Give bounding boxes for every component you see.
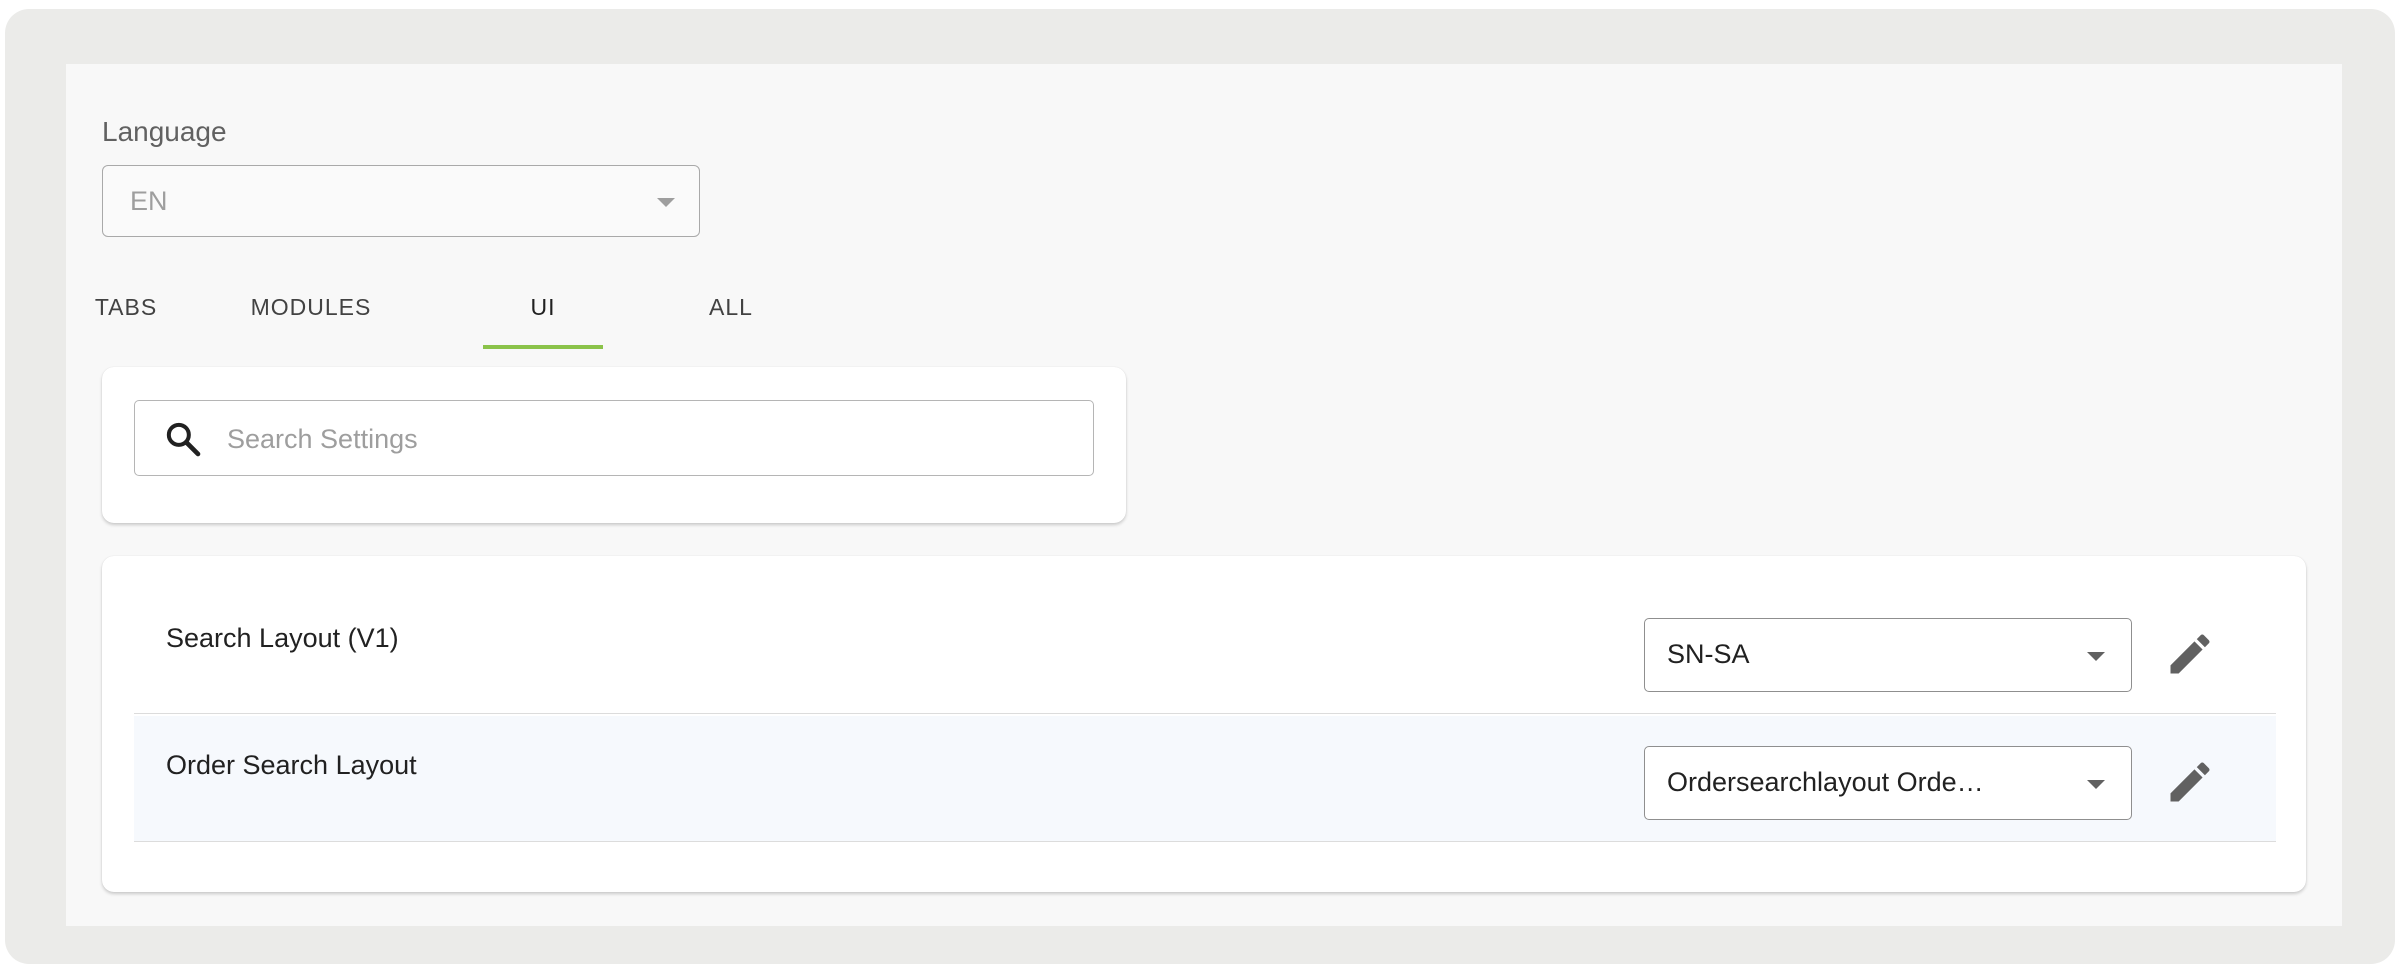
app-frame: Language EN TABS MODULES UI ALL Search S…	[5, 9, 2395, 964]
caret-down-icon	[2087, 652, 2105, 661]
search-field[interactable]	[134, 400, 1094, 476]
setting-value-select[interactable]: SN-SA	[1644, 618, 2132, 692]
tab-all[interactable]: ALL	[656, 279, 806, 349]
search-input[interactable]	[225, 415, 1069, 463]
settings-list-card: Search Layout (V1) SN-SA Order Search La…	[102, 556, 2306, 892]
pencil-icon[interactable]	[2164, 628, 2216, 680]
tab-modules[interactable]: MODULES	[206, 279, 416, 349]
language-select[interactable]: EN	[102, 165, 700, 237]
setting-row: Search Layout (V1) SN-SA	[134, 588, 2276, 714]
settings-panel: Language EN TABS MODULES UI ALL Search S…	[66, 64, 2342, 926]
caret-down-icon	[2087, 780, 2105, 789]
setting-selected-value: Ordersearchlayout Orde…	[1667, 767, 1984, 797]
setting-selected-value: SN-SA	[1667, 639, 1750, 669]
setting-value-select[interactable]: Ordersearchlayout Orde…	[1644, 746, 2132, 820]
search-card	[102, 367, 1126, 523]
setting-label: Search Layout (V1)	[166, 623, 399, 653]
setting-row: Order Search Layout Ordersearchlayout Or…	[134, 716, 2276, 842]
search-icon	[166, 422, 201, 457]
caret-down-icon	[657, 198, 675, 207]
tab-tabs[interactable]: TABS	[66, 279, 186, 349]
setting-label: Order Search Layout	[166, 750, 417, 780]
language-label: Language	[102, 116, 227, 147]
tab-ui[interactable]: UI	[483, 279, 603, 349]
pencil-icon[interactable]	[2164, 756, 2216, 808]
active-tab-indicator	[483, 345, 603, 349]
language-selected-value: EN	[130, 186, 168, 216]
